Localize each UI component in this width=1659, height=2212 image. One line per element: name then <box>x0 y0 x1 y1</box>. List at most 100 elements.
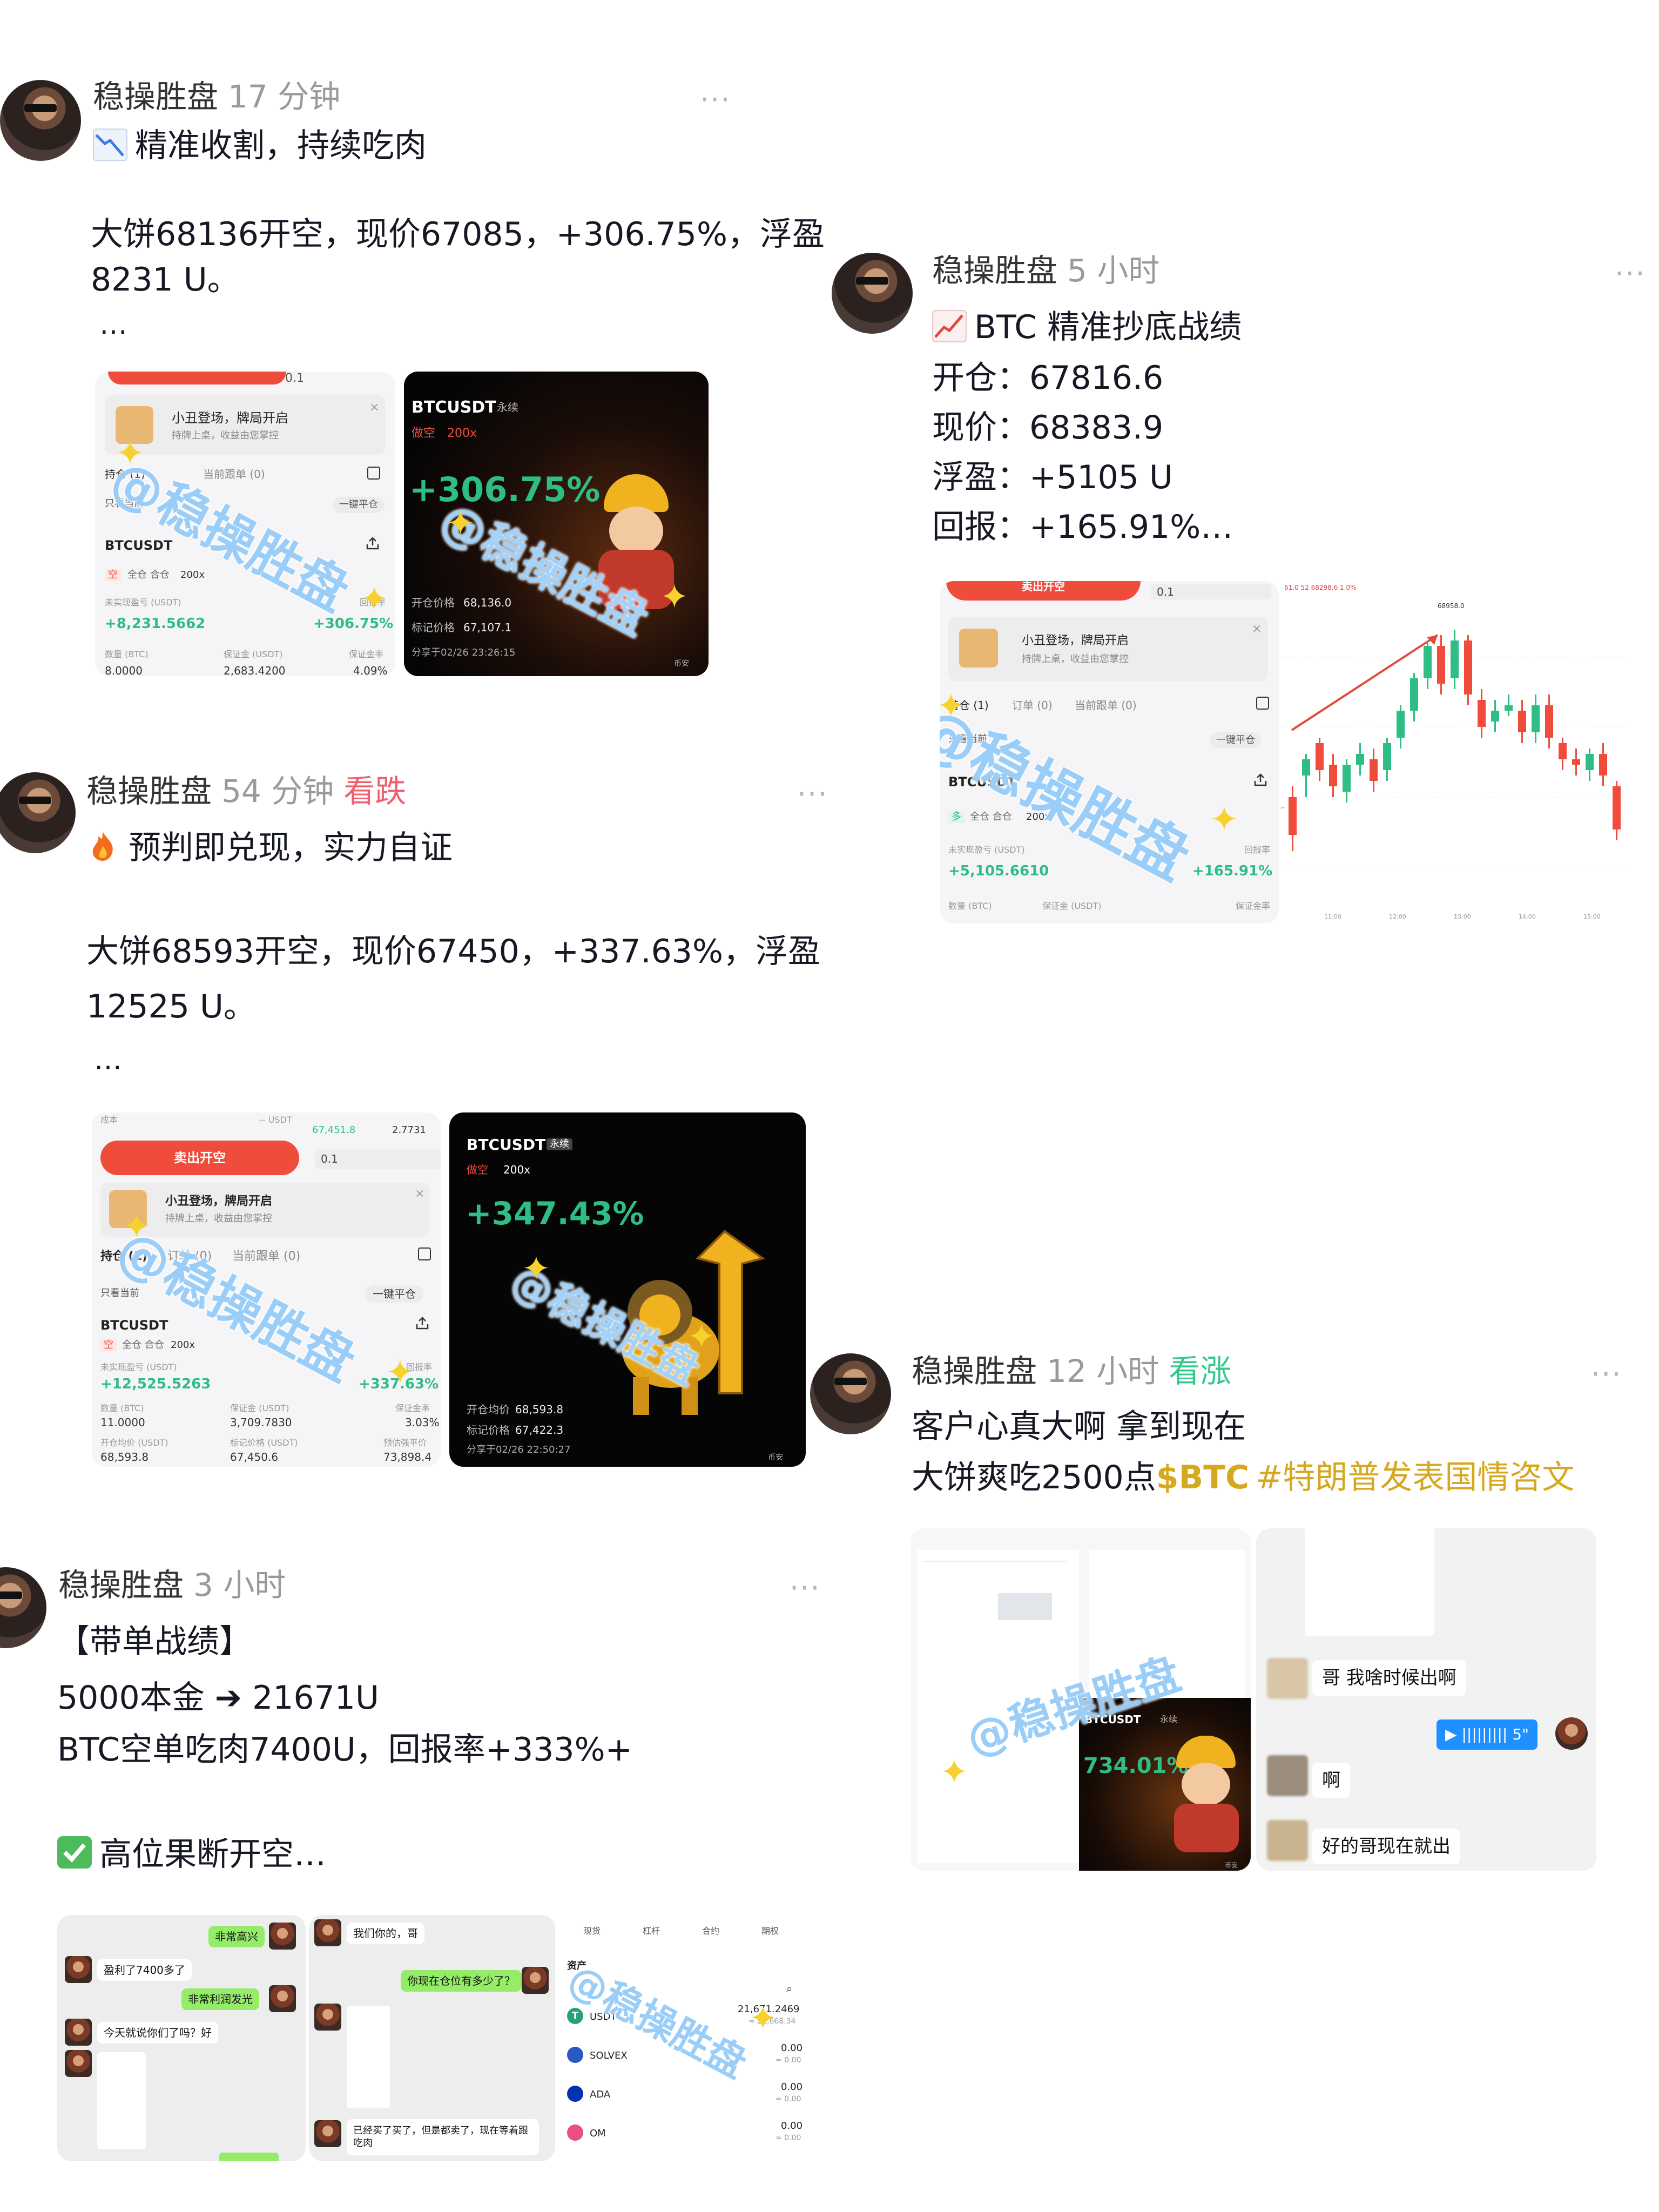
avatar <box>1267 1820 1308 1861</box>
sell-open-short-button[interactable]: 卖出开空 <box>946 581 1141 601</box>
post-body-line: 浮盈：+5105 U <box>932 458 1173 496</box>
history-icon[interactable] <box>367 467 380 480</box>
avatar[interactable] <box>0 1567 46 1648</box>
chart-decreasing-icon <box>93 129 127 161</box>
amount-input[interactable]: 0.1 <box>1151 584 1271 599</box>
post-time: 17 分钟 <box>228 78 341 115</box>
avatar[interactable] <box>810 1353 891 1434</box>
post-body-line: 【带单战绩】 <box>57 1623 252 1661</box>
post-body-line: 大饼爽吃2500点$BTC #特朗普发表国情咨文 <box>912 1459 1575 1496</box>
candle-body <box>1518 711 1526 732</box>
username[interactable]: 稳操胜盘 <box>932 252 1057 289</box>
username[interactable]: 稳操胜盘 <box>58 1567 184 1603</box>
post-image-assets[interactable]: 现货 杠杆 合约 期权 资产 ⌕ T USDT 21,671.2469 ≈ 21… <box>559 1915 808 2161</box>
more-options-button[interactable]: ··· <box>1591 1360 1622 1389</box>
sparkle-icon: ✦ <box>940 1752 969 1792</box>
candle-body <box>1343 765 1351 792</box>
close-all-button[interactable]: 一键平仓 <box>333 497 385 513</box>
post-image-kline[interactable]: 61.0 52 68298.6 1.0% 68958.0 11:00 12:00… <box>1281 581 1629 923</box>
avatar <box>314 2004 341 2031</box>
avatar <box>314 2120 341 2147</box>
amount-input[interactable]: 0.1 <box>285 373 304 385</box>
share-icon[interactable] <box>415 1316 430 1331</box>
candle-body <box>1613 786 1621 830</box>
play-icon: ▶ <box>1445 1725 1457 1743</box>
avatar <box>522 1967 549 1994</box>
sparkle-icon: ✦ <box>446 504 475 544</box>
candle-body <box>1397 711 1405 738</box>
sell-open-short-button[interactable]: 卖出开空 <box>100 1141 299 1175</box>
post-image-position[interactable]: 0.1 小丑登场，牌局开启 持牌上桌，收益由您掌控 × 持仓 (1) 当前跟单 … <box>95 372 395 676</box>
position-symbol[interactable]: BTCUSDT <box>100 1319 168 1332</box>
close-icon[interactable]: × <box>1252 623 1262 635</box>
post-body-line: 大饼68593开空，现价67450，+337.63%，浮盈 <box>86 933 820 970</box>
post-image-chat-1[interactable]: 非常高兴 盈利了7400多了 非常利润发光 今天就说你们了吗？好 <box>57 1915 306 2161</box>
sell-button[interactable] <box>108 372 286 385</box>
leverage-badge: 200x <box>171 1339 195 1351</box>
avatar <box>65 2050 92 2077</box>
avatar <box>269 1985 296 2012</box>
avatar[interactable] <box>0 80 81 161</box>
close-icon[interactable]: × <box>369 402 379 414</box>
more-options-button[interactable]: ··· <box>1615 259 1646 288</box>
post-body-ellipsis: … <box>94 1044 122 1076</box>
search-icon[interactable]: ⌕ <box>786 1983 792 1994</box>
sentiment-tag[interactable]: 看跌 <box>343 773 406 810</box>
sentiment-tag[interactable]: 看涨 <box>1169 1353 1231 1390</box>
candle-body <box>1572 759 1580 765</box>
post-image-position[interactable]: 卖出开空 0.1 小丑登场，牌局开启 持牌上桌，收益由您掌控 × 持仓 (1) … <box>940 581 1279 923</box>
ada-icon <box>567 2086 583 2102</box>
share-icon[interactable] <box>365 536 380 551</box>
sparkle-icon: ✦ <box>386 1353 415 1393</box>
tab-copy[interactable]: 当前跟单 (0) <box>1075 700 1137 711</box>
history-icon[interactable] <box>1256 697 1269 710</box>
promo-banner[interactable]: 小丑登场，牌局开启 持牌上桌，收益由您掌控 × <box>948 617 1268 682</box>
candle-body <box>1316 743 1324 770</box>
voice-message[interactable]: ▶ ||||||||| 5" <box>1437 1719 1537 1750</box>
sparkle-icon: ✦ <box>1210 800 1239 840</box>
username[interactable]: 稳操胜盘 <box>912 1353 1037 1390</box>
close-all-button[interactable]: 一键平仓 <box>1210 732 1262 748</box>
post-body-line: 开仓：67816.6 <box>932 359 1164 397</box>
avatar[interactable] <box>0 772 76 853</box>
more-options-button[interactable]: ··· <box>797 780 828 809</box>
sparkle-icon: ✦ <box>687 1317 716 1357</box>
tab-orders[interactable]: 订单 (0) <box>1012 700 1053 711</box>
post-image-pnl-card[interactable]: BTCUSDT 永续 做空 200x +306.75% 开仓价格 68,136.… <box>404 372 709 676</box>
screenshot-thumbnail[interactable] <box>347 2006 390 2108</box>
screenshot-thumbnail <box>1305 1528 1434 1636</box>
close-icon[interactable]: × <box>415 1188 424 1200</box>
share-icon[interactable] <box>1253 772 1268 787</box>
post-time: 5 小时 <box>1067 252 1160 289</box>
post-image-position[interactable]: 成本 -- USDT 67,451.8 2.7731 卖出开空 0.1 小丑登场… <box>92 1112 441 1467</box>
post-image-chat[interactable]: 哥 我啥时候出啊 ▶ ||||||||| 5" 啊 好的哥现在就出 <box>1256 1528 1596 1871</box>
hashtag-link[interactable]: #特朗普发表国情咨文 <box>1256 1459 1574 1496</box>
history-icon[interactable] <box>418 1247 431 1260</box>
candle-body <box>1599 754 1607 775</box>
post-header: 稳操胜盘 54 分钟 看跌 <box>86 775 406 807</box>
avatar <box>269 1923 296 1950</box>
candlestick-chart <box>1281 630 1629 868</box>
post-body-line: 12525 U。 <box>86 988 256 1026</box>
username[interactable]: 稳操胜盘 <box>93 78 218 115</box>
avatar[interactable] <box>832 253 913 334</box>
only-current-checkbox[interactable]: 只看当前 <box>100 1289 139 1298</box>
post-image-chat-2[interactable]: 我们你的，哥 你现在仓位有多少了？ 已经买了买了，但是都卖了，现在等着跟吃肉 <box>309 1915 555 2161</box>
close-all-button[interactable]: 一键平仓 <box>365 1285 423 1303</box>
joker-icon <box>959 629 998 667</box>
solvex-icon <box>567 2047 583 2063</box>
screenshot-thumbnail[interactable] <box>97 2052 146 2149</box>
post-image-pnl-card[interactable]: BTCUSDT 永续 做空 200x +347.43% 开仓均价 68,593.… <box>449 1112 806 1467</box>
amount-input[interactable]: 0.1 <box>315 1149 441 1169</box>
check-mark-icon <box>57 1836 92 1869</box>
username[interactable]: 稳操胜盘 <box>86 773 212 810</box>
candle-body <box>1478 700 1486 727</box>
more-options-button[interactable]: ··· <box>700 85 731 114</box>
cashtag-link[interactable]: $BTC <box>1156 1459 1249 1496</box>
sparkle-icon: ✦ <box>940 686 966 726</box>
post-body-line: BTC空单吃肉7400U，回报率+333%+ <box>57 1731 632 1769</box>
tab-copy[interactable]: 当前跟单 (0) <box>203 469 265 480</box>
position-symbol[interactable]: BTCUSDT <box>105 539 172 552</box>
more-options-button[interactable]: ··· <box>790 1574 821 1603</box>
post-image-composite[interactable]: BTCUSDT 永续 734.01% 币安 @稳操胜盘 ✦ <box>911 1528 1251 1871</box>
